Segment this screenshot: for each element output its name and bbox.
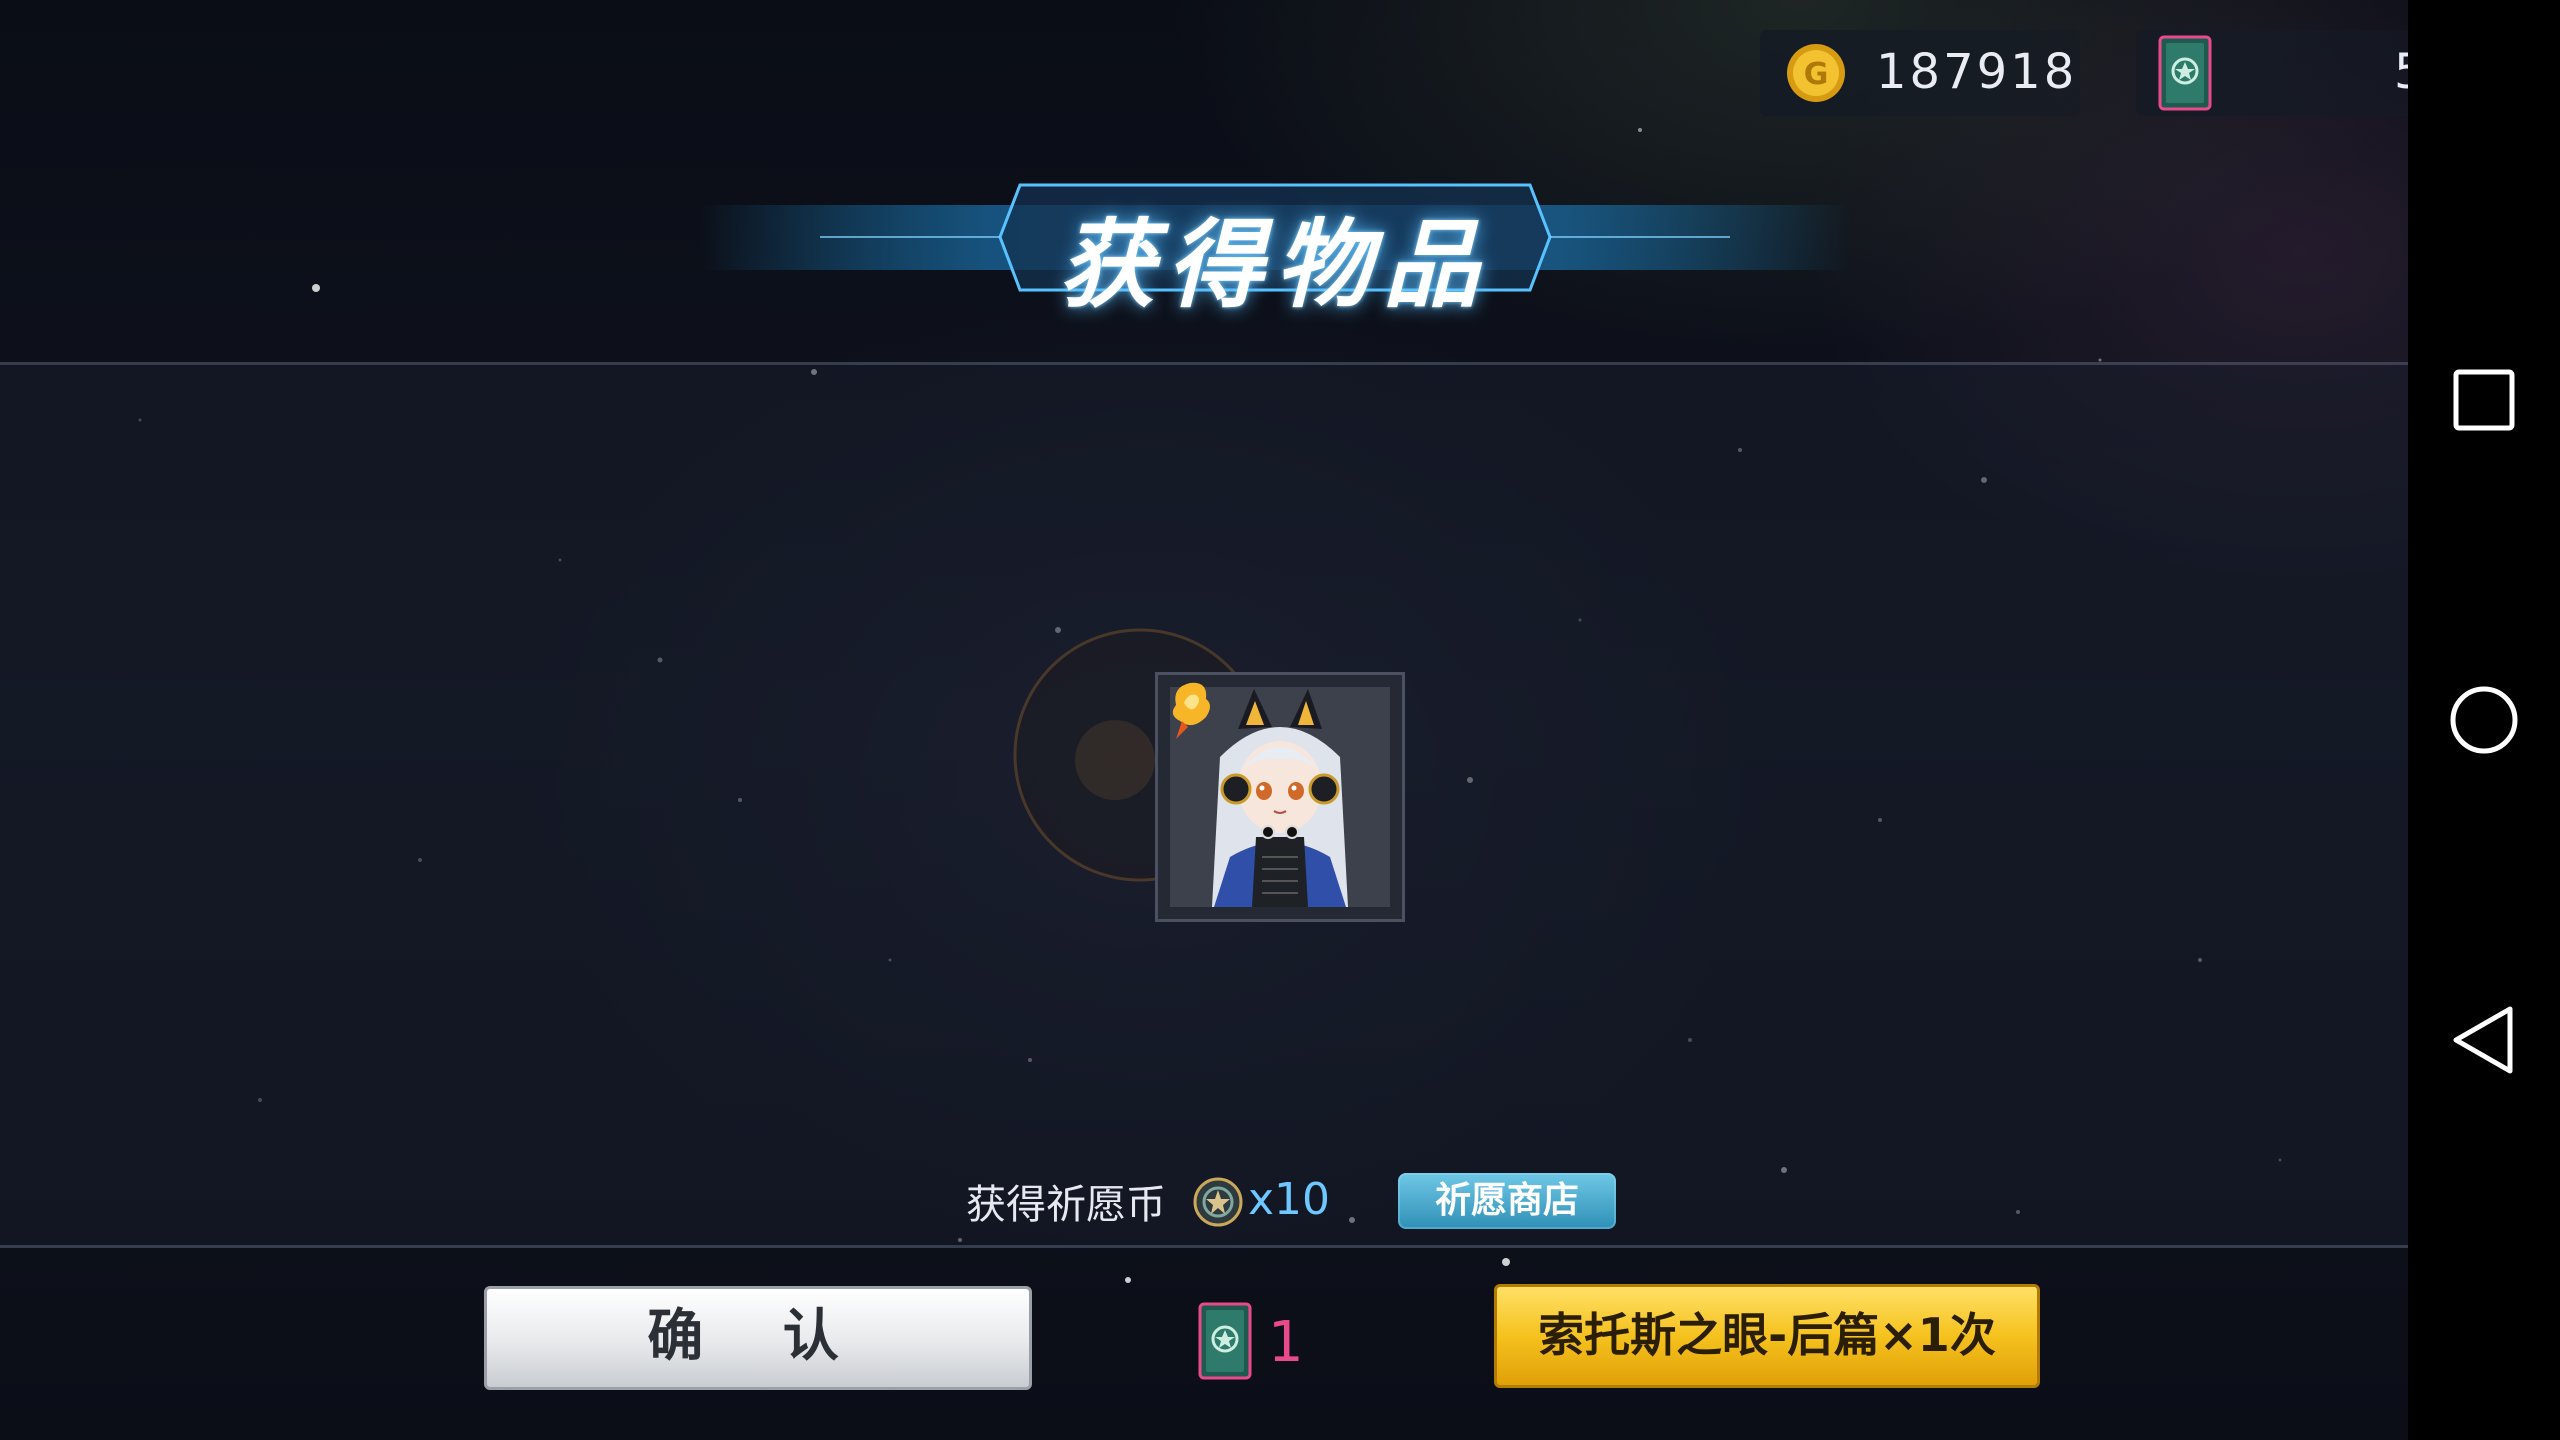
recents-button[interactable] — [2444, 360, 2524, 440]
ticket-card-icon — [2158, 35, 2212, 111]
confirm-button[interactable]: 确 认 — [484, 1286, 1032, 1390]
system-nav-bar — [2408, 0, 2560, 1440]
wish-coin-count: x10 — [1248, 1174, 1331, 1225]
title-banner: 获得物品 — [700, 175, 1850, 321]
reward-item-card[interactable] — [1155, 672, 1405, 922]
ticket-card-icon — [1198, 1302, 1252, 1380]
gold-value: 187918 — [1876, 44, 2078, 100]
wish-coin-label: 获得祈愿币 — [966, 1182, 1166, 1228]
home-button[interactable] — [2444, 680, 2524, 760]
back-button[interactable] — [2444, 1000, 2524, 1080]
gold-currency-panel: G 187918 — [1760, 30, 2080, 116]
ticket-currency-panel: 5 — [2136, 30, 2408, 116]
page-title: 获得物品 — [1059, 209, 1491, 321]
square-nav-icon — [2453, 369, 2515, 431]
back-triangle-icon — [2453, 1006, 2513, 1074]
svg-text:G: G — [1804, 57, 1829, 92]
gold-coin-icon: G — [1787, 44, 1845, 102]
wish-coin-icon — [1193, 1177, 1243, 1227]
rarity-badge-icon — [1172, 682, 1210, 739]
circle-nav-icon — [2450, 686, 2518, 754]
ticket-value: 5 — [2394, 44, 2408, 100]
draw-again-button[interactable]: 索托斯之眼-后篇×1次 — [1494, 1284, 2040, 1388]
game-scene: G 187918 5 — [0, 0, 2408, 1440]
ticket-cost-count: 1 — [1268, 1310, 1304, 1375]
wish-shop-button[interactable]: 祈愿商店 — [1398, 1173, 1616, 1229]
